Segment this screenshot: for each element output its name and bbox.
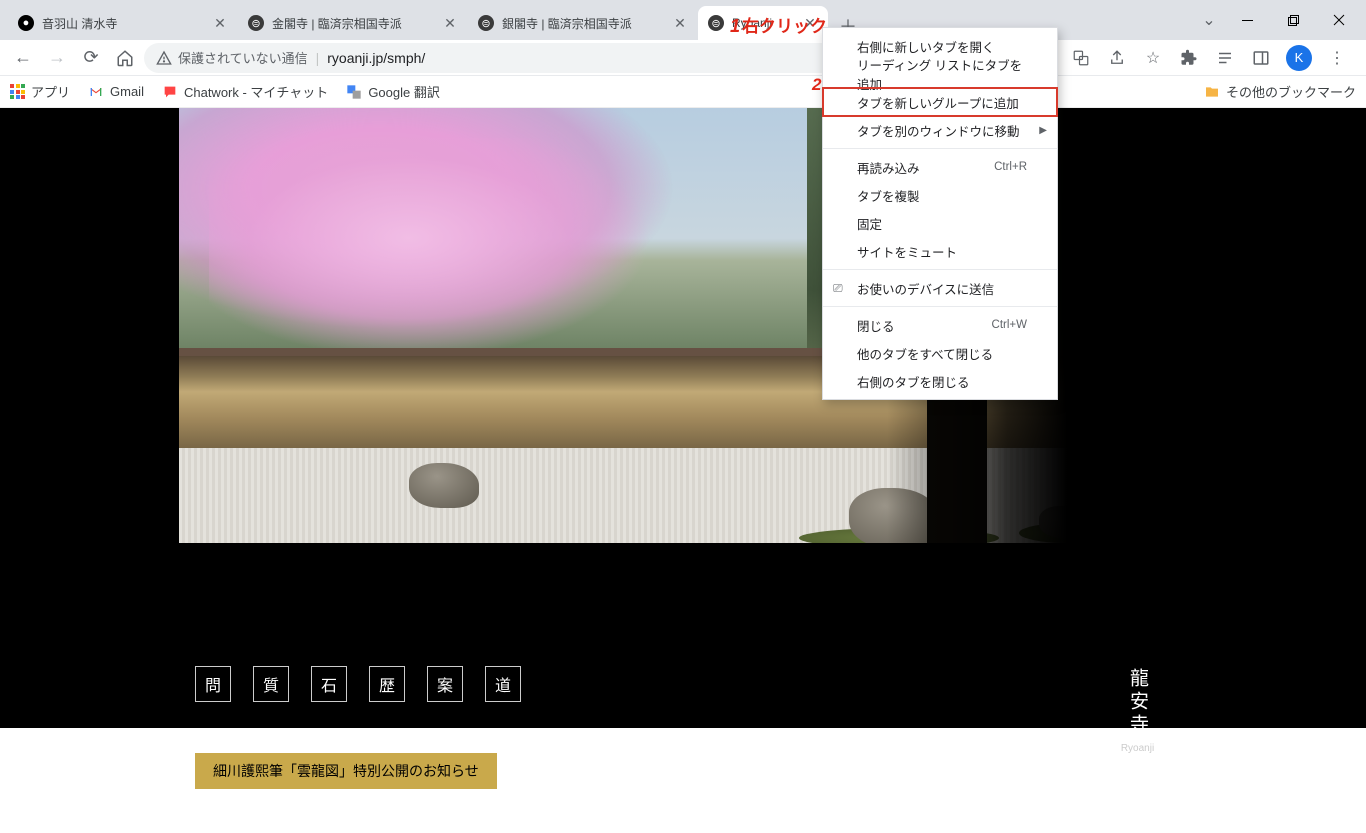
ctx-close[interactable]: 閉じるCtrl+W — [823, 311, 1057, 339]
ctx-add-to-group[interactable]: タブを新しいグループに追加 — [823, 88, 1057, 116]
google-translate-icon — [346, 84, 362, 100]
close-icon[interactable]: ✕ — [672, 15, 688, 31]
warning-icon — [156, 50, 172, 66]
bookmark-star-icon[interactable]: ☆ — [1142, 47, 1164, 69]
maximize-button[interactable] — [1270, 5, 1316, 35]
home-button[interactable] — [110, 43, 140, 73]
chevron-down-icon[interactable]: ⌄ — [1194, 10, 1224, 30]
favicon-icon: ⊜ — [708, 15, 724, 31]
security-warning: 保護されていない通信 — [156, 48, 308, 67]
tab-title: Ryoanji — [732, 16, 798, 30]
kebab-menu-icon[interactable]: ⋮ — [1326, 47, 1348, 69]
tab-0[interactable]: ● 音羽山 清水寺 ✕ — [8, 6, 238, 40]
toolbar-icons: ☆ K ⋮ — [1060, 45, 1358, 71]
address-bar-row: ← → ⟳ 保護されていない通信 | ryoanji.jp/smph/ ☆ K … — [0, 40, 1366, 76]
separator — [823, 269, 1057, 270]
browser-titlebar: ● 音羽山 清水寺 ✕ ⊜ 金閣寺 | 臨済宗相国寺派 ✕ ⊜ 銀閣寺 | 臨済… — [0, 0, 1366, 40]
bookmark-gmail[interactable]: Gmail — [88, 84, 144, 100]
tab-context-menu: 右側に新しいタブを開く リーディング リストにタブを追加 タブを新しいグループに… — [822, 27, 1058, 400]
bookmark-chatwork[interactable]: Chatwork - マイチャット — [162, 82, 328, 101]
bookmarks-bar: アプリ Gmail Chatwork - マイチャット Google 翻訳 その… — [0, 76, 1366, 108]
tab-title: 銀閣寺 | 臨済宗相国寺派 — [502, 15, 668, 32]
nav-item-5[interactable]: 道 — [485, 666, 521, 702]
ctx-move-to-window[interactable]: タブを別のウィンドウに移動▶ — [823, 116, 1057, 144]
bookmark-google-translate[interactable]: Google 翻訳 — [346, 82, 440, 101]
apps-grid-icon — [10, 84, 25, 99]
translate-icon[interactable] — [1070, 47, 1092, 69]
ctx-close-right[interactable]: 右側のタブを閉じる — [823, 367, 1057, 395]
tab-1[interactable]: ⊜ 金閣寺 | 臨済宗相国寺派 ✕ — [238, 6, 468, 40]
nav-item-2[interactable]: 石 — [311, 666, 347, 702]
nav-item-3[interactable]: 歴 — [369, 666, 405, 702]
minimize-button[interactable] — [1224, 5, 1270, 35]
tab-3-active[interactable]: ⊜ Ryoanji ✕ — [698, 6, 828, 40]
nav-item-1[interactable]: 質 — [253, 666, 289, 702]
tab-title: 音羽山 清水寺 — [42, 15, 208, 32]
devices-icon: ⎚ — [833, 281, 843, 296]
separator — [823, 306, 1057, 307]
logo-en: Ryoanji — [1109, 743, 1166, 754]
ctx-close-others[interactable]: 他のタブをすべて閉じる — [823, 339, 1057, 367]
folder-icon — [1204, 84, 1220, 100]
logo-kanji: 龍安寺 — [1128, 668, 1147, 737]
gmail-icon — [88, 84, 104, 100]
notice-banner[interactable]: 細川護熙筆「雲龍図」特別公開のお知らせ — [195, 753, 497, 789]
share-icon[interactable] — [1106, 47, 1128, 69]
page-content: 問 質 石 歴 案 道 龍安寺 Ryoanji 細川護熙筆「雲龍図」特別公開のお… — [0, 108, 1366, 728]
site-logo: 龍安寺 Ryoanji — [1109, 668, 1166, 754]
close-icon[interactable]: ✕ — [212, 15, 228, 31]
site-nav: 問 質 石 歴 案 道 — [195, 666, 521, 702]
ctx-add-reading-list[interactable]: リーディング リストにタブを追加 — [823, 60, 1057, 88]
side-panel-icon[interactable] — [1250, 47, 1272, 69]
ctx-mute[interactable]: サイトをミュート — [823, 237, 1057, 265]
nav-item-0[interactable]: 問 — [195, 666, 231, 702]
nav-item-4[interactable]: 案 — [427, 666, 463, 702]
tab-2[interactable]: ⊜ 銀閣寺 | 臨済宗相国寺派 ✕ — [468, 6, 698, 40]
url-text: ryoanji.jp/smph/ — [327, 50, 425, 66]
ctx-duplicate[interactable]: タブを複製 — [823, 181, 1057, 209]
favicon-icon: ⊜ — [478, 15, 494, 31]
close-icon[interactable]: ✕ — [802, 15, 818, 31]
ctx-reload[interactable]: 再読み込みCtrl+R — [823, 153, 1057, 181]
chatwork-icon — [162, 84, 178, 100]
ctx-pin[interactable]: 固定 — [823, 209, 1057, 237]
profile-avatar[interactable]: K — [1286, 45, 1312, 71]
apps-button[interactable]: アプリ — [10, 82, 70, 101]
window-controls: ⌄ — [1194, 0, 1366, 40]
other-bookmarks[interactable]: その他のブックマーク — [1204, 82, 1356, 101]
reading-list-icon[interactable] — [1214, 47, 1236, 69]
submenu-arrow-icon: ▶ — [1039, 125, 1047, 136]
separator — [823, 148, 1057, 149]
favicon-icon: ● — [18, 15, 34, 31]
tab-title: 金閣寺 | 臨済宗相国寺派 — [272, 15, 438, 32]
visiting-hours: 拝観時間：3月1日～11月30日 8:00a.m - 5:00p.m. — [195, 816, 483, 833]
reload-button[interactable]: ⟳ — [76, 43, 106, 73]
ctx-send-to-device[interactable]: ⎚お使いのデバイスに送信 — [823, 274, 1057, 302]
close-window-button[interactable] — [1316, 5, 1362, 35]
extensions-icon[interactable] — [1178, 47, 1200, 69]
back-button[interactable]: ← — [8, 43, 38, 73]
close-icon[interactable]: ✕ — [442, 15, 458, 31]
favicon-icon: ⊜ — [248, 15, 264, 31]
forward-button[interactable]: → — [42, 43, 72, 73]
